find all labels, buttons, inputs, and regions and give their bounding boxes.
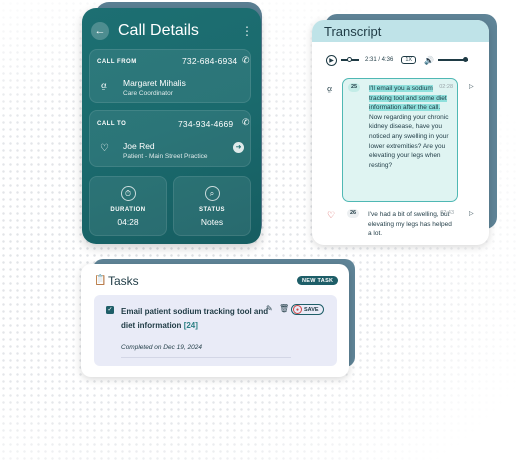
task-text: Email patient sodium tracking tool and d…: [121, 305, 271, 332]
phone-icon[interactable]: ✆: [242, 117, 250, 128]
arrow-left-icon: ←: [94, 25, 106, 37]
message-bubble: 25 I'll email you a sodium tracking tool…: [342, 78, 458, 202]
arrow-right-icon[interactable]: ➜: [233, 142, 244, 153]
message-number: 26: [347, 209, 359, 218]
player-time: 2:31 / 4:36: [365, 57, 394, 63]
save-button[interactable]: ● SAVE: [291, 304, 324, 315]
speed-button[interactable]: 1X: [401, 56, 417, 64]
call-to-card: CALL TO 734-934-4669 ✆ ♡ Joe Red Patient…: [89, 110, 251, 167]
status-tile: ⌕ STATUS Notes: [173, 176, 251, 236]
task-reference: [24]: [183, 320, 198, 330]
trash-icon[interactable]: 🗑: [279, 304, 289, 313]
message-text: Now regarding your chronic kidney diseas…: [369, 113, 449, 169]
heart-icon: ♡: [327, 210, 336, 220]
call-to-phone: 734-934-4669: [178, 119, 234, 129]
task-checkbox[interactable]: ✓: [106, 306, 114, 314]
message-time: 02:28: [439, 84, 453, 90]
duration-tile: ⏱ DURATION 04:28: [89, 176, 167, 236]
highlighted-text: I'll email you a sodium tracking tool an…: [369, 85, 447, 112]
seek-slider[interactable]: [341, 57, 359, 63]
message-number: 25: [348, 83, 360, 92]
timer-icon: ⏱: [120, 186, 136, 201]
more-options-icon[interactable]: ⋮: [241, 24, 253, 38]
call-to-label: CALL TO: [97, 121, 127, 127]
call-details-panel: ← Call Details ⋮ CALL FROM 732-684-6934 …: [82, 8, 261, 244]
audio-player: ▶ 2:31 / 4:36 1X 🔊: [326, 53, 481, 67]
volume-icon[interactable]: 🔊: [424, 56, 434, 65]
duration-label: DURATION: [110, 207, 146, 213]
headset-icon: ⍶: [101, 80, 107, 91]
magnify-icon: ⌕: [204, 186, 220, 201]
tasks-title: Tasks: [108, 274, 139, 288]
divider: [121, 357, 291, 358]
transcript-panel: Transcript ▶ 2:31 / 4:36 1X 🔊 ⍶ 25 I'll …: [312, 20, 489, 245]
call-details-title: Call Details: [118, 22, 199, 39]
heart-icon: ♡: [100, 143, 109, 154]
status-label: STATUS: [198, 207, 226, 213]
back-button[interactable]: ←: [91, 22, 109, 40]
new-task-button[interactable]: NEW TASK: [297, 276, 339, 285]
volume-slider[interactable]: [438, 57, 469, 63]
call-from-card: CALL FROM 732-684-6934 ✆ ⍶ Margaret Miha…: [89, 49, 251, 103]
save-label: SAVE: [304, 306, 319, 313]
play-message-icon[interactable]: ▷: [469, 83, 474, 90]
clipboard-icon: 📋: [94, 275, 107, 286]
caller-name: Margaret Mihalis: [123, 78, 186, 88]
edit-icon[interactable]: ✎: [266, 304, 273, 313]
save-icon: ●: [293, 305, 302, 314]
duration-value: 04:28: [117, 217, 139, 227]
call-from-label: CALL FROM: [97, 59, 137, 65]
callee-name: Joe Red: [123, 141, 155, 151]
callee-role: Patient - Main Street Practice: [123, 153, 208, 160]
phone-icon[interactable]: ✆: [242, 55, 250, 66]
caller-role: Care Coordinator: [123, 90, 173, 97]
play-button[interactable]: ▶: [326, 54, 337, 66]
call-from-phone: 732-684-6934: [182, 56, 238, 66]
message-bubble: 26 I've had a bit of swelling, but eleva…: [342, 205, 458, 239]
completed-date: Completed on Dec 19, 2024: [121, 344, 202, 351]
tasks-panel: 📋 Tasks NEW TASK ✓ Email patient sodium …: [81, 264, 349, 377]
status-value: Notes: [200, 217, 224, 227]
task-item: ✓ Email patient sodium tracking tool and…: [94, 295, 337, 366]
transcript-title: Transcript: [312, 20, 489, 42]
message-time: 02:43: [440, 210, 454, 216]
headset-icon: ⍶: [327, 83, 333, 93]
play-message-icon[interactable]: ▷: [469, 210, 474, 217]
